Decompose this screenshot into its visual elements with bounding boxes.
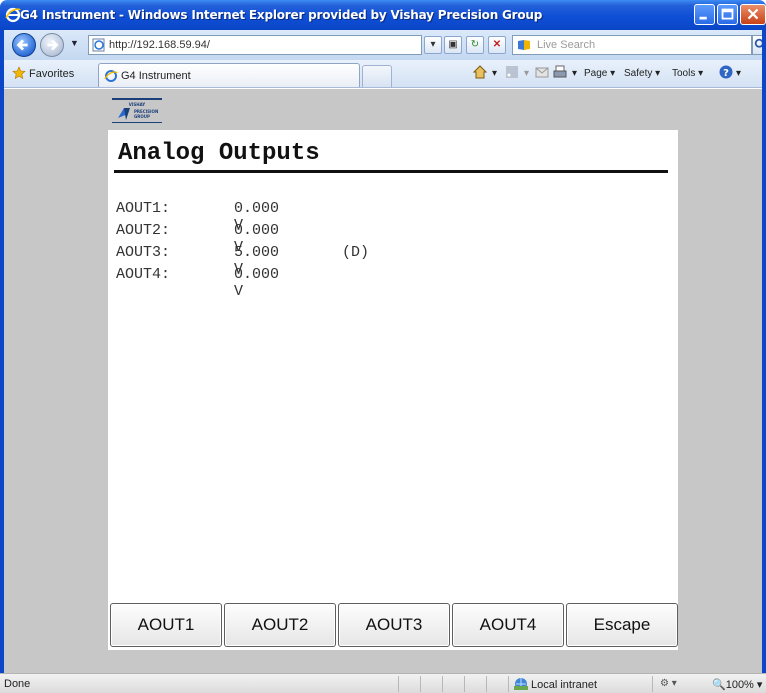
output-value: 0.000 V [234, 266, 280, 300]
compatibility-icon: ▣ [448, 39, 458, 50]
aout3-button[interactable]: AOUT3 [338, 603, 450, 647]
security-zone-label: Local intranet [531, 679, 598, 691]
page-icon [92, 38, 105, 52]
status-divider [398, 676, 399, 692]
zoom-control[interactable]: 🔍100% ▾ [712, 678, 762, 691]
mail-icon[interactable] [534, 64, 550, 80]
protected-mode-icon[interactable]: ⚙ ▾ [660, 678, 677, 689]
new-tab-button[interactable] [362, 65, 392, 87]
safety-menu-label: Safety [624, 68, 653, 79]
home-icon[interactable] [472, 64, 488, 80]
svg-text:VISHAY: VISHAY [129, 102, 146, 107]
status-divider [464, 676, 465, 692]
output-flag: (D) [342, 244, 370, 261]
minimize-button[interactable] [694, 4, 715, 25]
close-window-button[interactable] [740, 4, 766, 25]
favorites-button[interactable]: Favorites [12, 66, 74, 80]
internet-explorer-icon [5, 7, 21, 23]
security-zone[interactable]: Local intranet [514, 677, 597, 691]
print-icon[interactable] [552, 64, 568, 80]
help-icon[interactable]: ? [718, 64, 734, 80]
tools-menu-label: Tools [672, 68, 696, 79]
refresh-button[interactable]: ↻ [466, 36, 484, 54]
address-dropdown-button[interactable]: ▾ [424, 36, 442, 54]
tab-g4-instrument[interactable]: G4 Instrument [98, 63, 360, 87]
window-right-border [762, 30, 766, 693]
zoom-level: 100% [725, 679, 754, 691]
status-divider [442, 676, 443, 692]
refresh-icon: ↻ [470, 39, 480, 50]
search-placeholder: Live Search [537, 39, 596, 51]
favorites-label: Favorites [29, 68, 75, 80]
chevron-down-icon: ▾ [430, 39, 436, 50]
back-arrow-icon [16, 39, 28, 51]
close-icon [747, 8, 759, 20]
compatibility-button[interactable]: ▣ [444, 36, 462, 54]
safety-menu[interactable]: Safety ▾ [624, 68, 660, 79]
svg-text:GROUP: GROUP [134, 114, 150, 119]
forward-button[interactable] [40, 33, 64, 57]
help-dropdown-icon[interactable]: ▾ [736, 68, 741, 79]
status-divider [420, 676, 421, 692]
status-text: Done [4, 678, 31, 690]
tab-label: G4 Instrument [121, 70, 191, 82]
status-divider [486, 676, 487, 692]
print-dropdown-icon[interactable]: ▾ [572, 68, 577, 79]
svg-text:?: ? [723, 68, 729, 79]
maximize-icon [721, 8, 734, 20]
tools-menu[interactable]: Tools ▾ [672, 68, 703, 79]
tab-page-icon [104, 70, 118, 82]
page-menu[interactable]: Page ▾ [584, 68, 615, 79]
stop-icon: ✕ [492, 39, 502, 50]
search-input[interactable]: Live Search [512, 35, 752, 55]
aout2-button[interactable]: AOUT2 [224, 603, 336, 647]
instrument-panel [108, 130, 678, 650]
title-divider [114, 170, 668, 173]
output-name: AOUT1: [116, 200, 171, 217]
back-button[interactable] [12, 33, 36, 57]
minimize-icon [699, 16, 707, 20]
status-divider [508, 676, 509, 692]
favorites-star-icon [12, 66, 26, 80]
page-title: Analog Outputs [118, 140, 320, 167]
window-title-bar[interactable]: G4 Instrument - Windows Internet Explore… [0, 0, 766, 30]
local-intranet-icon [514, 678, 528, 690]
favorites-bar: Favorites G4 Instrument ▾ ▾ ▾ Page ▾ Saf… [0, 60, 766, 88]
stop-button[interactable]: ✕ [488, 36, 506, 54]
aout1-button[interactable]: AOUT1 [110, 603, 222, 647]
aout4-button[interactable]: AOUT4 [452, 603, 564, 647]
output-name: AOUT4: [116, 266, 171, 283]
page-menu-label: Page [584, 68, 608, 79]
vishay-precision-group-logo: VISHAY PRECISION GROUP [112, 98, 162, 123]
status-bar: Done Local intranet ⚙ ▾ 🔍100% ▾ [0, 673, 766, 693]
address-toolbar: ▼ http://192.168.59.94/ ▾ ▣ ↻ ✕ Live Sea… [0, 30, 766, 60]
window-title: G4 Instrument - Windows Internet Explore… [20, 8, 543, 22]
output-name: AOUT3: [116, 244, 171, 261]
status-divider [652, 676, 653, 692]
address-field[interactable]: http://192.168.59.94/ [88, 35, 422, 55]
maximize-button[interactable] [717, 4, 738, 25]
window-left-border [0, 30, 4, 693]
escape-button[interactable]: Escape [566, 603, 678, 647]
feeds-dropdown-icon[interactable]: ▾ [524, 68, 529, 79]
forward-arrow-icon [47, 39, 59, 51]
address-url: http://192.168.59.94/ [109, 39, 210, 51]
home-dropdown-icon[interactable]: ▾ [492, 68, 497, 79]
recent-pages-dropdown-icon[interactable]: ▼ [70, 38, 79, 48]
feeds-icon[interactable] [504, 64, 520, 80]
live-search-icon [518, 40, 530, 50]
output-name: AOUT2: [116, 222, 171, 239]
